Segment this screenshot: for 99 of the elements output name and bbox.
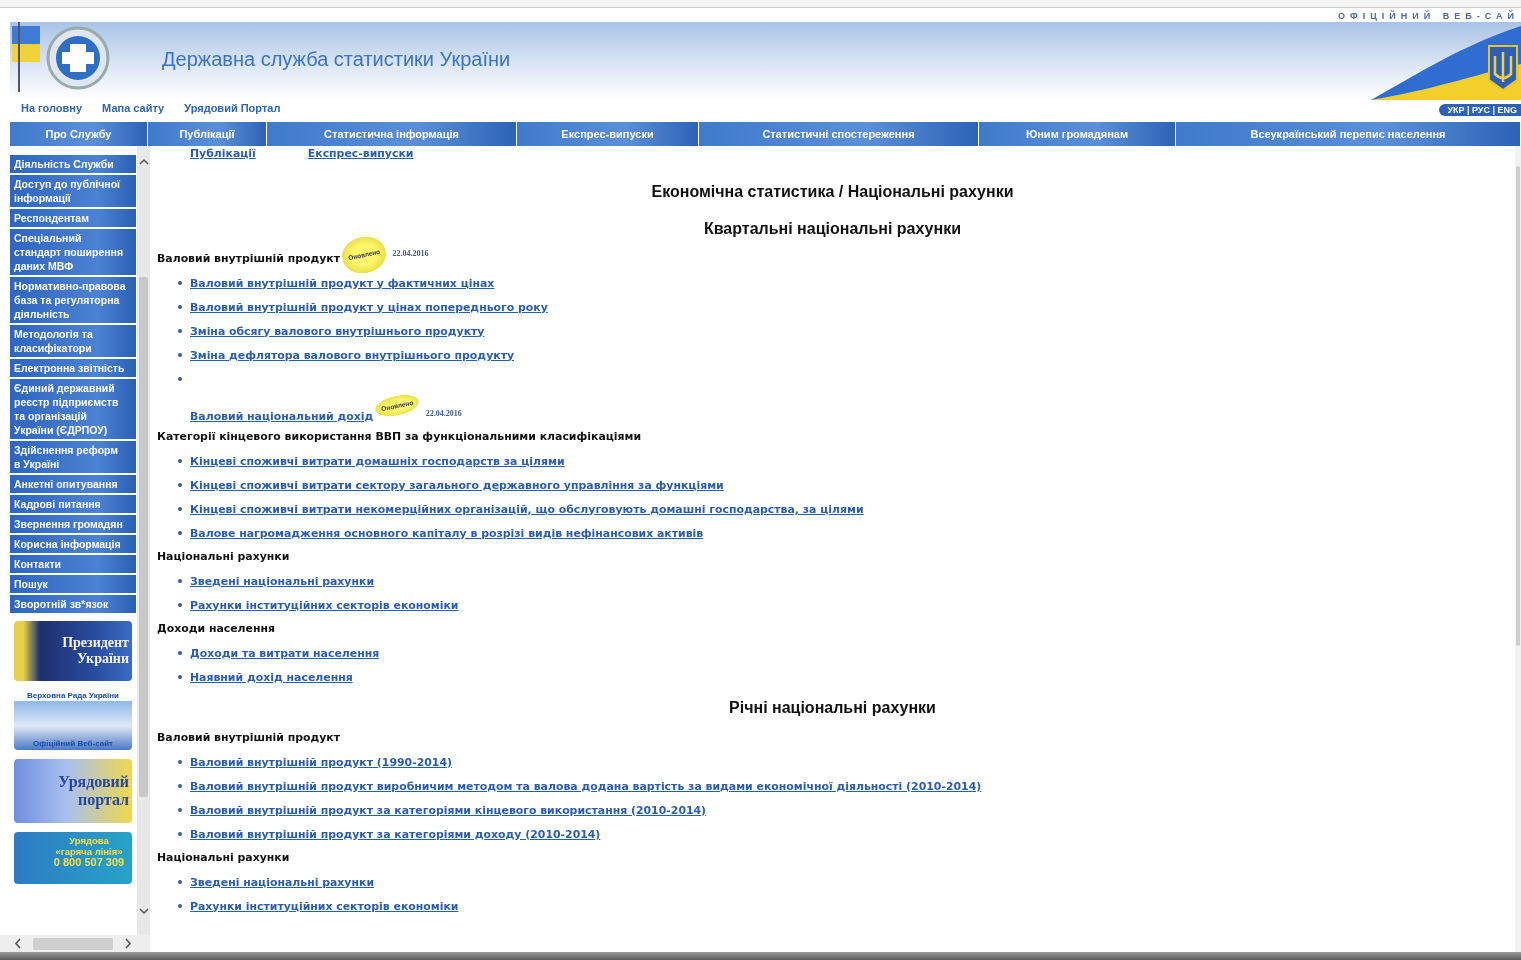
- bullet-icon: [178, 377, 182, 381]
- report-link[interactable]: Валовий внутрішній продукт виробничим методом та валова додана вартість за видами економічної діяльності (2010-2014): [190, 779, 982, 793]
- banner-link[interactable]: Верховна Рада України Офіційний Веб-сайт: [14, 690, 132, 750]
- report-link[interactable]: Кінцеві споживчі витрати сектору загального державного управління за функціями: [190, 478, 724, 492]
- bullet-icon: [178, 305, 182, 309]
- group-heading: Національні рахунки: [157, 850, 290, 866]
- nav-tab[interactable]: Статистична інформація: [267, 122, 517, 146]
- group-heading: Валовий внутрішній продукт: [157, 730, 341, 746]
- nav-tab[interactable]: Експрес-випуски: [517, 122, 699, 146]
- group-heading: Національні рахунки: [157, 549, 290, 565]
- sidebar-item[interactable]: Методологія та класифікатори: [10, 325, 136, 357]
- sidebar-item[interactable]: Діяльність Служби: [10, 155, 136, 173]
- banner-text: Верховна Рада України: [27, 691, 119, 701]
- report-link[interactable]: Наявний дохід населення: [190, 670, 353, 684]
- scrollbar-thumb[interactable]: [139, 276, 148, 797]
- header-link[interactable]: На головну: [21, 102, 83, 114]
- report-link[interactable]: Кінцеві споживчі витрати некомерційних організацій, що обслуговують домашні господарства, за цілями: [190, 502, 864, 516]
- nav-tab[interactable]: Публікації: [148, 122, 267, 146]
- report-link[interactable]: Доходи та витрати населення: [190, 646, 380, 660]
- report-link[interactable]: Валовий внутрішній продукт (1990-2014): [190, 755, 452, 769]
- banner-link[interactable]: Президент України: [14, 621, 132, 681]
- sidebar-item[interactable]: Здійснення реформ в Україні: [10, 441, 136, 473]
- content-link[interactable]: Публікації: [190, 147, 256, 161]
- sidebar-item[interactable]: Зворотній зв*язок: [10, 595, 136, 613]
- sidebar-item[interactable]: Електронна звітність: [10, 359, 136, 377]
- report-link[interactable]: Зміна дефлятора валового внутрішнього продукту: [190, 348, 515, 362]
- sidebar-item[interactable]: Звернення громадян: [10, 515, 136, 533]
- bullet-icon: [178, 832, 182, 836]
- sidebar-item[interactable]: Пошук: [10, 575, 136, 593]
- sidebar-item[interactable]: Контакти: [10, 555, 136, 573]
- bullet-icon: [178, 675, 182, 679]
- sidebar-item[interactable]: Доступ до публічної інформації: [10, 175, 136, 207]
- group-heading: Доходи населення: [157, 621, 276, 637]
- scrollbar-thumb[interactable]: [33, 937, 113, 950]
- bullet-icon: [178, 483, 182, 487]
- sidebar-item[interactable]: Спеціальний стандарт поширення даних МВФ: [10, 229, 136, 275]
- section-title: Річні національні рахунки: [728, 698, 937, 718]
- report-link[interactable]: Валовий внутрішній продукт за категоріями кінцевого використання (2010-2014): [190, 803, 707, 817]
- banner-text: Урядовий: [58, 773, 129, 791]
- sidebar-item[interactable]: Анкетні опитування: [10, 475, 136, 493]
- report-link[interactable]: Рахунки інституційних секторів економіки: [190, 899, 459, 913]
- report-link[interactable]: Рахунки інституційних секторів економіки: [190, 598, 459, 612]
- group-heading: Категорії кінцевого використання ВВП за функціональними класифікаціями: [157, 429, 642, 445]
- sidebar-item[interactable]: Корисна інформація: [10, 535, 136, 553]
- banner-text: 0 800 507 309: [52, 857, 126, 868]
- update-date: 22.04.2016: [425, 409, 462, 418]
- bullet-icon: [178, 784, 182, 788]
- group-heading: Валовий внутрішній продукт: [157, 251, 341, 267]
- report-link[interactable]: Кінцеві споживчі витрати домашніх господарств за цілями: [190, 454, 565, 468]
- header-link[interactable]: Урядовий Портал: [184, 102, 281, 114]
- bullet-icon: [178, 651, 182, 655]
- scroll-down-icon[interactable]: [138, 908, 149, 915]
- report-link[interactable]: Валовий внутрішній продукт за категоріями доходу (2010-2014): [190, 827, 601, 841]
- sidebar-item[interactable]: Єдиний державний реєстр підприємств та організацій України (ЄДРПОУ): [10, 379, 136, 439]
- banner-text: «гаряча лінія»: [54, 846, 124, 857]
- sidebar-item[interactable]: Респондентам: [10, 209, 136, 227]
- report-link[interactable]: Валове нагромадження основного капіталу в розрізі видів нефінансових активів: [190, 526, 704, 540]
- site-title: Державна служба статистики України: [162, 48, 511, 71]
- nav-tab[interactable]: Юним громадянам: [979, 122, 1176, 146]
- nav-tab[interactable]: Статистичні спостереження: [699, 122, 979, 146]
- bullet-icon: [178, 904, 182, 908]
- bullet-icon: [178, 579, 182, 583]
- bullet-icon: [178, 507, 182, 511]
- bullet-icon: [178, 760, 182, 764]
- banner-text: України: [77, 651, 129, 667]
- bullet-icon: [178, 603, 182, 607]
- scrollbar-thumb[interactable]: [1516, 166, 1520, 646]
- page-heading: Економічна статистика / Національні рахунки: [650, 182, 1015, 202]
- banner-text: Офіційний Веб-сайт: [33, 739, 113, 749]
- language-switcher[interactable]: УКР | РУС | ENG: [1439, 104, 1521, 116]
- scroll-right-icon[interactable]: [125, 938, 132, 949]
- header-link[interactable]: Мапа сайту: [102, 102, 165, 114]
- update-date: 22.04.2016: [392, 248, 429, 260]
- sidebar-item[interactable]: Кадрові питання: [10, 495, 136, 513]
- site-tagline: ОФІЦІЙНИЙ ВЕБ-САЙ: [1338, 11, 1519, 21]
- banner-text: Президент: [62, 635, 129, 651]
- scroll-up-icon[interactable]: [138, 158, 149, 165]
- sidebar-item[interactable]: Нормативно-правова база та регуляторна діяльність: [10, 277, 136, 323]
- section-title: Квартальні національні рахунки: [702, 219, 962, 239]
- report-link[interactable]: Валовий національний дохід: [190, 410, 374, 423]
- bullet-icon: [178, 459, 182, 463]
- nav-tab[interactable]: Про Службу: [10, 122, 148, 146]
- bullet-icon: [178, 281, 182, 285]
- content-link[interactable]: Експрес-випуски: [307, 147, 414, 161]
- report-link[interactable]: Валовий внутрішній продукт у цінах попереднього року: [190, 300, 548, 314]
- banner-text: портал: [77, 791, 129, 809]
- report-link[interactable]: Зміна обсягу валового внутрішнього продукту: [190, 324, 485, 338]
- banner-link[interactable]: Урядовий портал: [14, 759, 132, 823]
- bullet-icon: [178, 880, 182, 884]
- nav-tab[interactable]: Всеукраїнський перепис населення: [1176, 122, 1521, 146]
- scroll-left-icon[interactable]: [14, 938, 21, 949]
- report-link[interactable]: Зведені національні рахунки: [190, 574, 374, 588]
- report-link[interactable]: Валовий внутрішній продукт у фактичних цінах: [190, 276, 495, 290]
- bullet-icon: [178, 808, 182, 812]
- banner-text: Урядова: [68, 835, 110, 846]
- bullet-icon: [178, 531, 182, 535]
- bullet-icon: [178, 329, 182, 333]
- report-link[interactable]: Зведені національні рахунки: [190, 875, 374, 889]
- bullet-icon: [178, 353, 182, 357]
